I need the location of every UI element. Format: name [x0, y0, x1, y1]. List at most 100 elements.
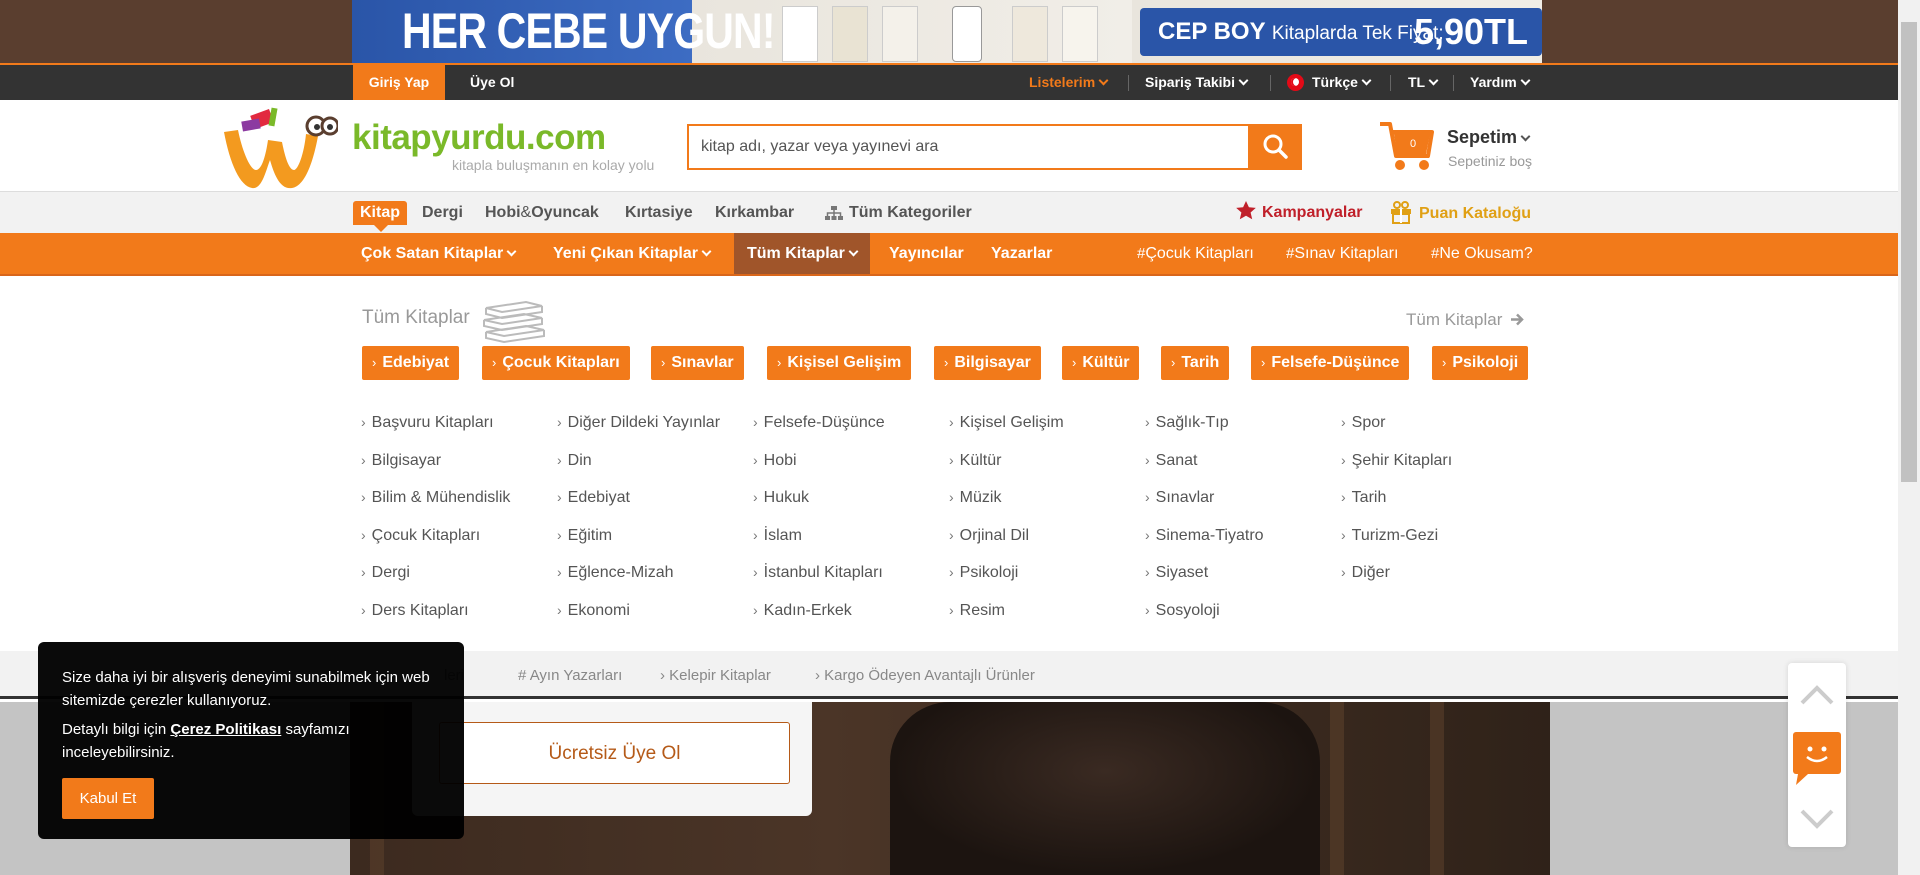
subcategory-link[interactable]: › Sınavlar	[1145, 487, 1214, 508]
subcategory-link[interactable]: › Kişisel Gelişim	[949, 412, 1064, 433]
scrollbar-thumb[interactable]	[1901, 22, 1917, 482]
subcategory-link[interactable]: › Kadın-Erkek	[753, 600, 852, 621]
chevron-right-icon: ›	[1145, 602, 1150, 618]
subcategory-link[interactable]: › Turizm-Gezi	[1341, 525, 1438, 546]
scroll-down-icon[interactable]	[1800, 809, 1834, 829]
subcategory-link[interactable]: › Başvuru Kitapları	[361, 412, 494, 433]
promo-banner[interactable]: HER CEBE UYGUN! CEP BOY Kitaplarda Tek F…	[0, 0, 1898, 63]
subcategory-link[interactable]: › Din	[557, 450, 592, 471]
subcategory-link[interactable]: › Bilgisayar	[361, 450, 441, 471]
pill-kultur[interactable]: › Kültür	[1062, 346, 1140, 380]
pill-psikoloji[interactable]: › Psikoloji	[1432, 346, 1529, 380]
subcategory-label: Kültür	[959, 452, 1002, 469]
nav-new-releases[interactable]: Yeni Çıkan Kitaplar	[553, 233, 712, 274]
subcategory-link[interactable]: › İslam	[753, 525, 802, 546]
cookie-policy-link[interactable]: Çerez Politikası	[170, 721, 281, 738]
subcategory-link[interactable]: › Diğer	[1341, 562, 1390, 583]
quick-link-authors-of-month[interactable]: # Ayın Yazarları	[518, 658, 622, 694]
pill-sinavlar[interactable]: › Sınavlar	[651, 346, 744, 380]
pill-cocuk-kitaplari[interactable]: › Çocuk Kitapları	[482, 346, 630, 380]
lists-menu[interactable]: Listelerim	[1029, 65, 1109, 100]
tab-kirkambar[interactable]: Kırkambar	[715, 201, 794, 225]
subcategory-link[interactable]: › Edebiyat	[557, 487, 630, 508]
subcategory-link[interactable]: › Resim	[949, 600, 1005, 621]
subcategory-link[interactable]: › Çocuk Kitapları	[361, 525, 480, 546]
subcategory-link[interactable]: › Hobi	[753, 450, 797, 471]
search-button[interactable]	[1248, 124, 1302, 170]
currency-menu[interactable]: TL	[1408, 65, 1439, 100]
subcategory-link[interactable]: › Bilim & Mühendislik	[361, 487, 510, 508]
register-link[interactable]: Üye Ol	[470, 65, 514, 100]
nav-publishers[interactable]: Yayıncılar	[889, 233, 964, 274]
subcategory-link[interactable]: › Siyaset	[1145, 562, 1208, 583]
all-books-link[interactable]: Tüm Kitaplar	[1406, 309, 1525, 331]
subcategory-link[interactable]: › Sağlık-Tıp	[1145, 412, 1229, 433]
subcategory-link[interactable]: › Orjinal Dil	[949, 525, 1029, 546]
chevron-right-icon: ›	[753, 564, 758, 580]
tab-kirtasiye[interactable]: Kırtasiye	[625, 201, 693, 225]
promo-headline: HER CEBE UYGUN!	[402, 3, 775, 59]
pill-label: Bilgisayar	[954, 354, 1031, 371]
tab-dergi[interactable]: Dergi	[422, 201, 463, 225]
tab-hobi-oyuncak[interactable]: Hobi&Oyuncak	[485, 201, 599, 225]
login-button[interactable]: Giriş Yap	[353, 65, 445, 100]
subcategory-link[interactable]: › Müzik	[949, 487, 1001, 508]
subcategory-link[interactable]: › Sinema-Tiyatro	[1145, 525, 1264, 546]
subcategory-link[interactable]: › Spor	[1341, 412, 1385, 433]
points-catalog-link[interactable]: Puan Kataloğu	[1389, 201, 1531, 226]
subcategory-link[interactable]: › Şehir Kitapları	[1341, 450, 1452, 471]
subcategory-link[interactable]: › Psikoloji	[949, 562, 1018, 583]
tag-what-to-read[interactable]: #Ne Okusam?	[1431, 233, 1533, 274]
subcategory-link[interactable]: › Tarih	[1341, 487, 1386, 508]
search-input[interactable]	[687, 124, 1249, 170]
cart-menu[interactable]: Sepetim	[1447, 126, 1531, 148]
nav-all-books[interactable]: Tüm Kitaplar	[734, 233, 870, 274]
subcategory-link[interactable]: › Eğitim	[557, 525, 612, 546]
nav-authors[interactable]: Yazarlar	[991, 233, 1052, 274]
kitapyurdu-logo-icon[interactable]	[218, 104, 338, 192]
pill-edebiyat[interactable]: › Edebiyat	[362, 346, 460, 380]
order-tracking-menu[interactable]: Sipariş Takibi	[1145, 65, 1249, 100]
chevron-right-icon: ›	[372, 355, 377, 370]
subcategory-link[interactable]: › Kültür	[949, 450, 1001, 471]
chat-icon[interactable]	[1793, 732, 1841, 785]
page-scrollbar[interactable]	[1898, 0, 1920, 875]
subcategory-link[interactable]: › Ekonomi	[557, 600, 630, 621]
tag-childrens-books[interactable]: #Çocuk Kitapları	[1137, 233, 1254, 274]
logo-text[interactable]: kitapyurdu.com	[352, 119, 606, 157]
free-register-button[interactable]: Ücretsiz Üye Ol	[439, 722, 790, 784]
pill-tarih[interactable]: › Tarih	[1161, 346, 1230, 380]
pill-bilgisayar[interactable]: › Bilgisayar	[934, 346, 1041, 380]
cookie-message: Size daha iyi bir alışveriş deneyimi sun…	[62, 669, 430, 709]
pill-felsefe-dusunce[interactable]: › Felsefe-Düşünce	[1251, 346, 1410, 380]
chevron-right-icon: ›	[1341, 564, 1346, 580]
nav-bestsellers[interactable]: Çok Satan Kitaplar	[361, 233, 517, 274]
subcategory-link[interactable]: › Sanat	[1145, 450, 1197, 471]
nav-bestsellers-label: Çok Satan Kitaplar	[361, 245, 504, 262]
pill-kisisel-gelisim[interactable]: › Kişisel Gelişim	[767, 346, 912, 380]
subcategory-link[interactable]: › Ders Kitapları	[361, 600, 469, 621]
subcategory-link[interactable]: › Eğlence-Mizah	[557, 562, 674, 583]
tag-exam-books[interactable]: #Sınav Kitapları	[1286, 233, 1398, 274]
promo-image[interactable]: HER CEBE UYGUN! CEP BOY Kitaplarda Tek F…	[352, 0, 1542, 63]
help-menu[interactable]: Yardım	[1470, 65, 1531, 100]
campaigns-link[interactable]: Kampanyalar	[1236, 201, 1363, 224]
subcategory-link[interactable]: › Dergi	[361, 562, 410, 583]
chevron-right-icon: ›	[753, 602, 758, 618]
tab-kitap[interactable]: Kitap	[353, 201, 407, 225]
accept-cookies-button[interactable]: Kabul Et	[62, 778, 154, 819]
quick-link-free-shipping[interactable]: › Kargo Ödeyen Avantajlı Ürünler	[815, 658, 1035, 694]
subcategory-label: Sanat	[1155, 452, 1198, 469]
pill-label: Sınavlar	[671, 354, 734, 371]
language-menu[interactable]: Türkçe	[1287, 65, 1372, 100]
widget-icons	[1793, 685, 1841, 829]
chevron-down-icon	[848, 246, 859, 257]
subcategory-link[interactable]: › Hukuk	[753, 487, 809, 508]
subcategory-link[interactable]: › Sosyoloji	[1145, 600, 1220, 621]
tab-all-categories[interactable]: Tüm Kategoriler	[825, 201, 972, 225]
subcategory-link[interactable]: › Felsefe-Düşünce	[753, 412, 885, 433]
subcategory-link[interactable]: › İstanbul Kitapları	[753, 562, 883, 583]
subcategory-link[interactable]: › Diğer Dildeki Yayınlar	[557, 412, 720, 433]
quick-link-bargain-books[interactable]: › Kelepir Kitaplar	[660, 658, 771, 694]
scroll-up-icon[interactable]	[1800, 685, 1834, 705]
